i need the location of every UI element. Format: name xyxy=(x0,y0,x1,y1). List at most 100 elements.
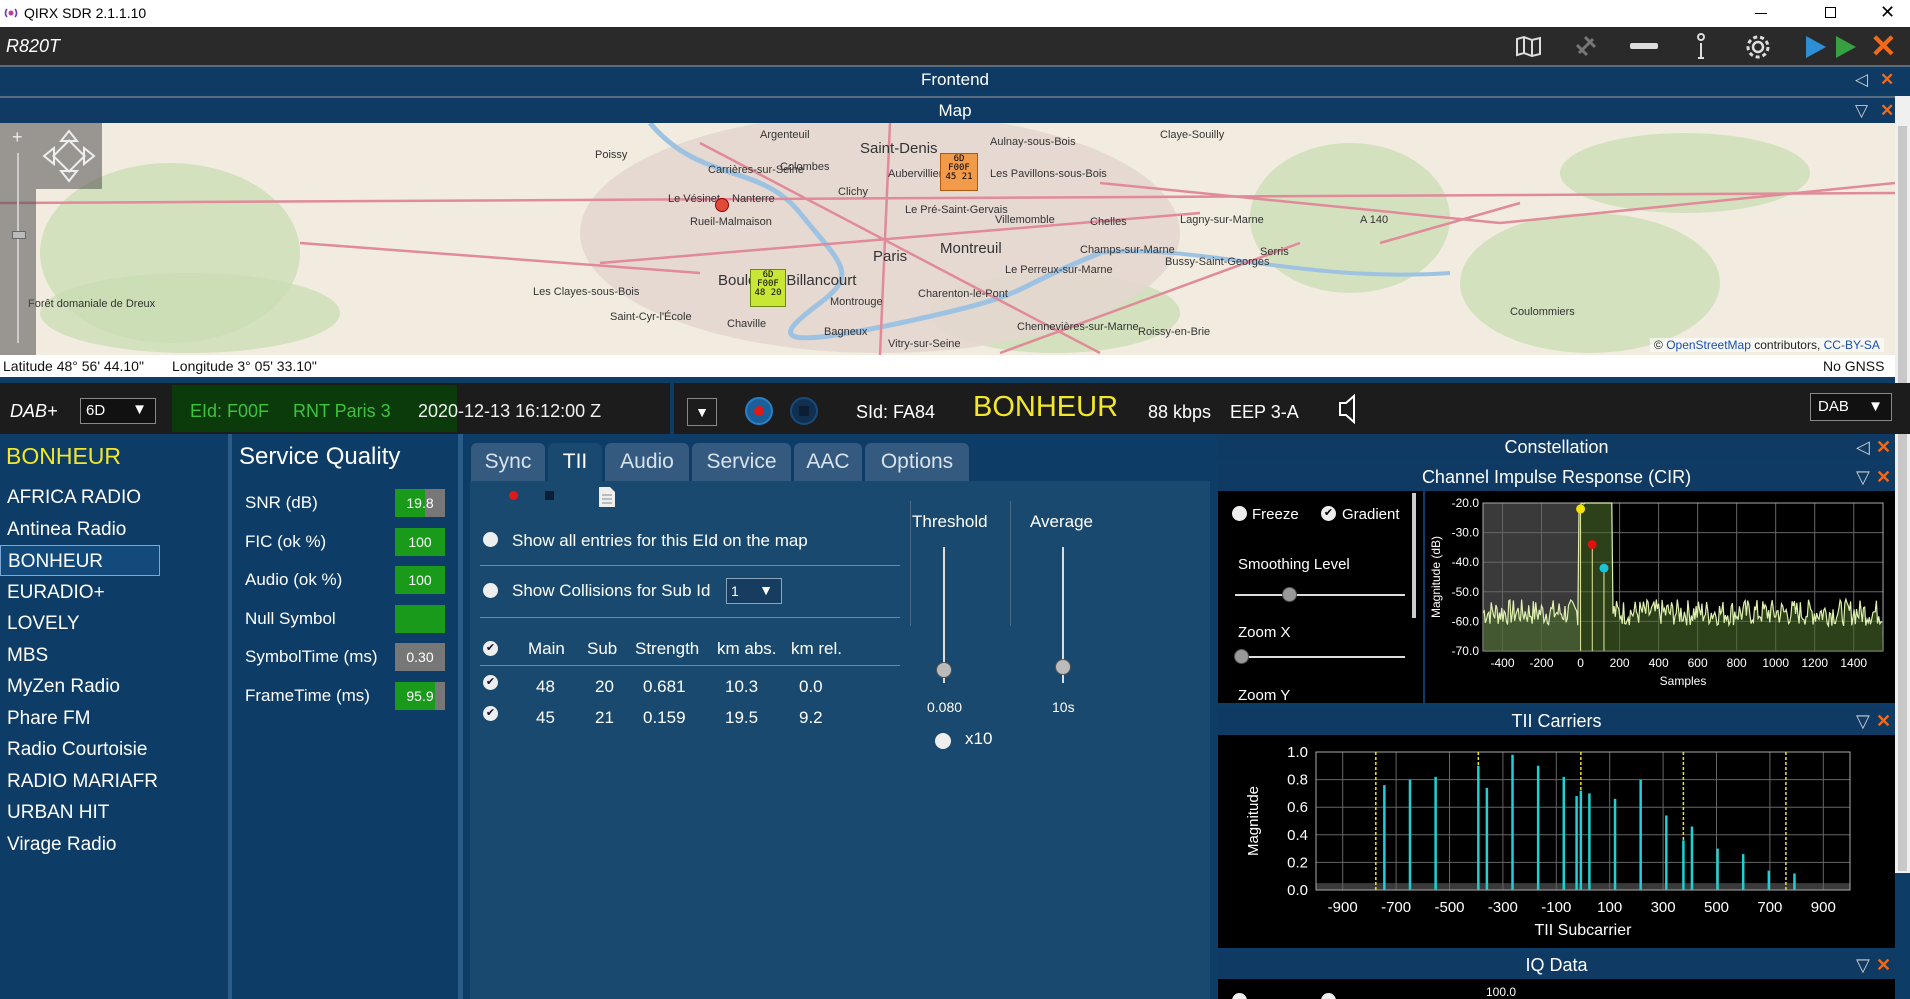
osm-map[interactable]: Argenteuil Saint-Denis Aulnay-sous-Bois Cla… xyxy=(0,123,1895,355)
frontend-section-header[interactable]: Frontend ◁ ✕ xyxy=(0,65,1910,92)
tab-tii[interactable]: TII xyxy=(548,443,602,481)
gradient-check-icon[interactable]: ✔ xyxy=(1321,506,1336,521)
show-collisions-label[interactable]: Show Collisions for Sub Id xyxy=(512,581,710,601)
tii-carriers-close-icon[interactable]: ✕ xyxy=(1876,708,1891,735)
map-marker-48-20[interactable]: 6D F00F 48 20 xyxy=(750,269,786,307)
show-all-label[interactable]: Show all entries for this EId on the map xyxy=(512,531,808,551)
iq-freeze-radio[interactable] xyxy=(1232,993,1247,999)
x10-label[interactable]: x10 xyxy=(965,729,992,749)
service-list-item[interactable]: URBAN HIT xyxy=(0,797,225,828)
average-slider-thumb[interactable] xyxy=(1055,659,1071,675)
stop-icon[interactable] xyxy=(790,397,818,425)
row-check-icon[interactable]: ✔ xyxy=(483,675,498,690)
tab-options[interactable]: Options xyxy=(865,443,969,481)
zoom-x-slider-thumb[interactable] xyxy=(1234,649,1249,664)
smoothing-slider-track[interactable] xyxy=(1235,594,1405,596)
map-marker-45-21[interactable]: 6D F00F 45 21 xyxy=(940,153,978,191)
gradient-label[interactable]: Gradient xyxy=(1342,506,1400,523)
record-icon[interactable] xyxy=(745,397,773,425)
cir-controls-scrollbar[interactable] xyxy=(1412,493,1416,618)
map-icon[interactable] xyxy=(1515,35,1543,57)
cir-header[interactable]: Channel Impulse Response (CIR) ▽ ✕ xyxy=(1218,464,1895,491)
select-all-check-icon[interactable]: ✔ xyxy=(483,641,498,656)
stop-close-icon[interactable]: ✕ xyxy=(1870,27,1897,65)
show-collisions-radio[interactable] xyxy=(483,583,498,598)
service-list-item[interactable]: MBS xyxy=(0,640,225,671)
collapse-down-icon[interactable]: ▽ xyxy=(1856,708,1870,735)
cir-close-icon[interactable]: ✕ xyxy=(1876,464,1891,491)
service-list-item[interactable]: LOVELY xyxy=(0,608,225,639)
expand-left-icon[interactable]: ◁ xyxy=(1855,67,1868,92)
service-list-item[interactable]: Antinea Radio xyxy=(0,514,225,545)
frontend-close-icon[interactable]: ✕ xyxy=(1880,67,1894,92)
expand-left-icon[interactable]: ◁ xyxy=(1856,434,1870,461)
service-list-item[interactable]: MyZen Radio xyxy=(0,671,225,702)
map-scrollbar[interactable] xyxy=(1895,96,1910,873)
service-list-item[interactable]: Phare FM xyxy=(0,703,225,734)
constellation-header[interactable]: Constellation ◁ ✕ xyxy=(1218,434,1895,461)
options-dropdown-button[interactable]: ▼ xyxy=(687,398,717,426)
tab-sync[interactable]: Sync xyxy=(471,443,545,481)
satellite-icon[interactable] xyxy=(1573,33,1599,59)
freeze-radio[interactable] xyxy=(1232,506,1247,521)
tii-file-icon[interactable] xyxy=(598,486,616,508)
smoothing-slider-thumb[interactable] xyxy=(1282,587,1297,602)
close-window-icon[interactable]: ✕ xyxy=(1880,2,1895,23)
channel-value: 6D xyxy=(86,402,106,419)
service-list-item[interactable]: Radio Courtoisie xyxy=(0,734,225,765)
tii-y-tick: 0.4 xyxy=(1287,827,1308,844)
map-section-header[interactable]: Map ▽ ✕ xyxy=(0,96,1910,123)
quality-label: SNR (dB) xyxy=(245,493,318,512)
collapse-down-icon[interactable]: ▽ xyxy=(1856,464,1870,491)
service-list-item[interactable]: Virage Radio xyxy=(0,829,225,860)
map-place-label: Forêt domaniale de Dreux xyxy=(28,298,156,310)
row-check-icon[interactable]: ✔ xyxy=(483,706,498,721)
map-close-icon[interactable]: ✕ xyxy=(1880,98,1894,123)
service-list-item[interactable]: AFRICA RADIO xyxy=(0,482,225,513)
settings-gear-icon[interactable] xyxy=(1744,33,1772,61)
tii-carriers-header[interactable]: TII Carriers ▽ ✕ xyxy=(1218,708,1895,735)
tii-record-icon[interactable] xyxy=(509,491,518,500)
minus-icon[interactable] xyxy=(1630,43,1658,49)
license-link[interactable]: CC-BY-SA xyxy=(1824,338,1880,352)
band-select[interactable]: DAB ▼ xyxy=(1810,393,1892,421)
play-secondary-icon[interactable] xyxy=(1833,34,1859,60)
tab-service[interactable]: Service xyxy=(692,443,791,481)
zoom-plus-icon[interactable]: + xyxy=(12,127,23,148)
speaker-icon[interactable] xyxy=(1336,393,1364,425)
x10-radio[interactable] xyxy=(935,733,951,749)
iq-gradient-radio[interactable] xyxy=(1321,993,1336,999)
iq-data-header[interactable]: IQ Data ▽ ✕ xyxy=(1218,952,1895,979)
play-icon[interactable] xyxy=(1803,34,1829,60)
tab-aac[interactable]: AAC xyxy=(794,443,862,481)
map-zoom-control[interactable]: + xyxy=(0,123,36,355)
tii-x-axis-label: TII Subcarrier xyxy=(1535,922,1633,939)
zoom-track[interactable] xyxy=(17,153,19,343)
tab-audio[interactable]: Audio xyxy=(605,443,689,481)
service-list-item[interactable]: RADIO MARIAFR xyxy=(0,766,225,797)
scrollbar-thumb[interactable] xyxy=(1898,126,1907,871)
zoom-y-label: Zoom Y xyxy=(1238,687,1291,703)
band-value: DAB xyxy=(1818,398,1849,415)
service-list-item[interactable]: EURADIO+ xyxy=(0,577,225,608)
map-pan-control[interactable] xyxy=(36,123,102,189)
maximize-icon[interactable] xyxy=(1825,7,1836,18)
channel-select[interactable]: 6D ▼ xyxy=(80,398,156,424)
collapse-down-icon[interactable]: ▽ xyxy=(1856,952,1870,979)
zoom-x-slider-track[interactable] xyxy=(1235,656,1405,658)
threshold-slider-thumb[interactable] xyxy=(936,662,952,678)
tii-stop-icon[interactable] xyxy=(545,491,554,500)
show-all-radio[interactable] xyxy=(483,532,498,547)
sub-id-select[interactable]: 1 ▼ xyxy=(726,578,782,604)
cir-y-tick: -70.0 xyxy=(1452,644,1480,658)
iq-data-close-icon[interactable]: ✕ xyxy=(1876,952,1891,979)
minimize-icon[interactable] xyxy=(1755,13,1767,14)
info-icon[interactable] xyxy=(1693,32,1709,60)
collapse-down-icon[interactable]: ▽ xyxy=(1855,98,1868,123)
service-list-item[interactable]: BONHEUR xyxy=(0,545,160,576)
constellation-title: Constellation xyxy=(1504,437,1609,457)
constellation-close-icon[interactable]: ✕ xyxy=(1876,434,1891,461)
osm-link[interactable]: OpenStreetMap xyxy=(1666,338,1751,352)
freeze-label[interactable]: Freeze xyxy=(1252,506,1299,523)
zoom-thumb[interactable] xyxy=(12,231,26,239)
